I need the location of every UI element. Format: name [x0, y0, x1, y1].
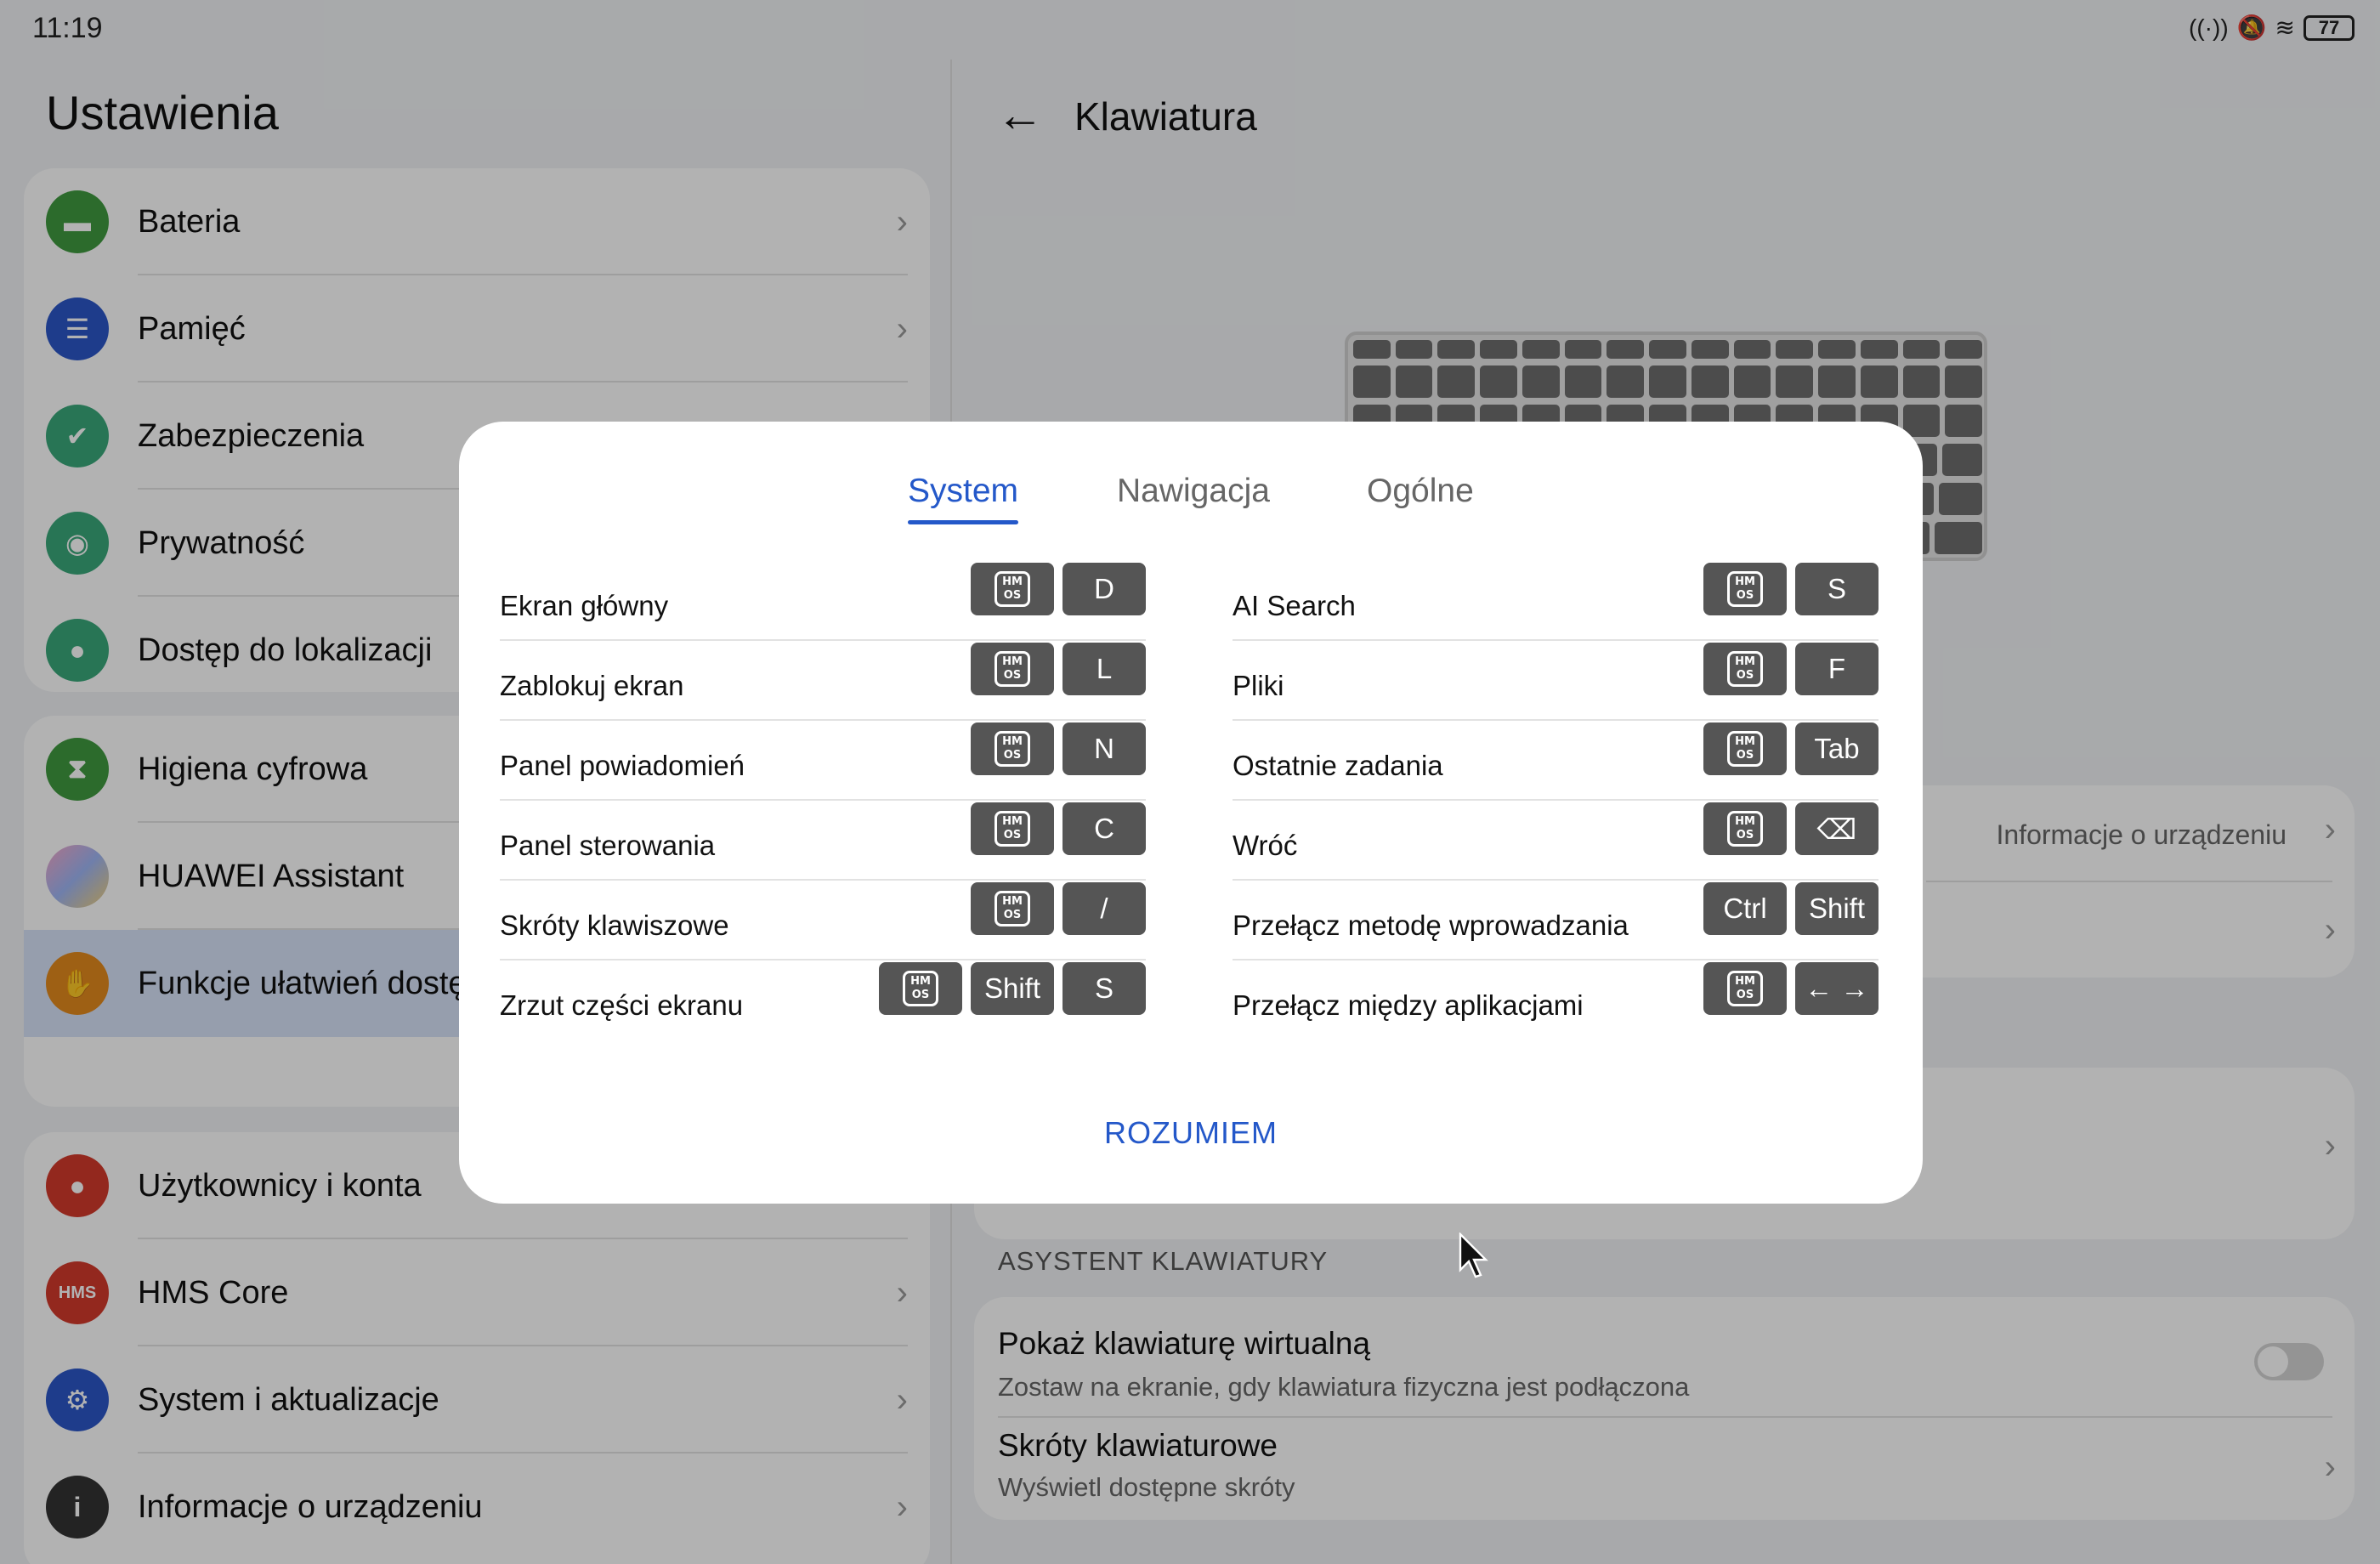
hms-key: HM OS	[1703, 722, 1787, 775]
shortcut-row: Panel powiadomień HM OS N	[500, 721, 1146, 801]
keycap: Tab	[1795, 722, 1878, 775]
shortcut-keys: HM OS Tab	[1703, 722, 1878, 775]
shortcut-row: Pliki HM OS F	[1232, 641, 1878, 721]
shortcut-label: Skróty klawiszowe	[500, 910, 729, 941]
keycap: N	[1062, 722, 1146, 775]
keycap: Shift	[971, 962, 1054, 1015]
shortcut-label: Zablokuj ekran	[500, 670, 684, 701]
shortcuts-dialog: System Nawigacja Ogólne Ekran główny HM OS…	[459, 422, 1923, 1204]
hms-key-icon: HM OS	[1727, 571, 1763, 607]
shortcut-row: Skróty klawiszowe HM OS /	[500, 881, 1146, 960]
shortcut-label: Zrzut części ekranu	[500, 989, 744, 1021]
tab-system[interactable]: System	[908, 473, 1019, 524]
hms-key-icon: HM OS	[994, 811, 1030, 847]
keycap: S	[1795, 563, 1878, 615]
hms-key-icon: HM OS	[1727, 811, 1763, 847]
hms-key-icon: HM OS	[1727, 971, 1763, 1006]
dialog-tabs: System Nawigacja Ogólne	[459, 473, 1923, 532]
shortcut-keys: HM OS ← →	[1703, 962, 1878, 1015]
hms-key: HM OS	[1703, 643, 1787, 695]
keycap-label: Tab	[1814, 733, 1860, 764]
keycap: Ctrl	[1703, 882, 1787, 935]
shortcut-label: Przełącz między aplikacjami	[1232, 989, 1584, 1021]
shortcut-keys: HM OS N	[971, 722, 1146, 775]
shortcut-label: Pliki	[1232, 670, 1284, 701]
hms-key: HM OS	[1703, 563, 1787, 615]
shortcut-row: Przełącz metodę wprowadzania Ctrl Shift	[1232, 881, 1878, 960]
shortcut-row: Ekran główny HM OS D	[500, 561, 1146, 641]
shortcut-keys: HM OS D	[971, 563, 1146, 615]
shortcut-row: Wróć HM OS ⌫	[1232, 801, 1878, 881]
keycap-label: N	[1094, 733, 1114, 764]
keycap: ⌫	[1795, 802, 1878, 855]
shortcut-keys: HM OS /	[971, 882, 1146, 935]
mouse-cursor-icon	[1459, 1232, 1488, 1278]
hms-key-icon: HM OS	[994, 651, 1030, 687]
keycap-label: ⌫	[1816, 813, 1857, 845]
shortcut-keys: Ctrl Shift	[1703, 882, 1878, 935]
shortcut-keys: HM OS C	[971, 802, 1146, 855]
keycap-label: L	[1096, 653, 1113, 684]
shortcut-label: Ostatnie zadania	[1232, 750, 1443, 781]
shortcut-keys: HM OS Shift S	[879, 962, 1146, 1015]
keycap: C	[1062, 802, 1146, 855]
keycap-label: /	[1100, 892, 1108, 924]
shortcut-label: Przełącz metodę wprowadzania	[1232, 910, 1629, 941]
tab-system-label: System	[908, 473, 1019, 509]
tab-underline	[908, 520, 1019, 524]
tab-navigation[interactable]: Nawigacja	[1117, 473, 1270, 510]
shortcut-label: Panel powiadomień	[500, 750, 745, 781]
keycap-label: Shift	[983, 972, 1041, 1004]
hms-key-icon: HM OS	[1727, 731, 1763, 767]
hms-key: HM OS	[1703, 802, 1787, 855]
hms-key: HM OS	[971, 882, 1054, 935]
keycap-label: ← →	[1805, 972, 1869, 1004]
hms-key: HM OS	[971, 722, 1054, 775]
shortcut-label: Ekran główny	[500, 590, 669, 621]
shortcut-row: AI Search HM OS S	[1232, 561, 1878, 641]
keycap: D	[1062, 563, 1146, 615]
keycap-label: Shift	[1808, 892, 1866, 924]
hms-key-icon: HM OS	[1727, 651, 1763, 687]
shortcut-keys: HM OS L	[971, 643, 1146, 695]
shortcut-label: Wróć	[1232, 830, 1298, 861]
tab-navigation-label: Nawigacja	[1117, 473, 1270, 509]
keycap: S	[1062, 962, 1146, 1015]
keycap: Shift	[1795, 882, 1878, 935]
hms-key-icon: HM OS	[994, 891, 1030, 926]
keycap-label: Ctrl	[1723, 892, 1767, 924]
shortcut-label: Panel sterowania	[500, 830, 716, 861]
keycap-label: S	[1827, 573, 1846, 604]
keycap-label: F	[1828, 653, 1846, 684]
keycap-label: S	[1094, 972, 1114, 1004]
shortcut-list-right: AI Search HM OS S Pliki HM OS F Ostatnie zadania…	[1232, 561, 1878, 1040]
shortcut-row: Zrzut części ekranu HM OS Shift S	[500, 960, 1146, 1040]
shortcut-list-left: Ekran główny HM OS D Zablokuj ekran HM OS L Pane…	[500, 561, 1146, 1040]
shortcut-row: Przełącz między aplikacjami HM OS ← →	[1232, 960, 1878, 1040]
keycap-label: C	[1094, 813, 1114, 844]
keycap: L	[1062, 643, 1146, 695]
confirm-button[interactable]: ROZUMIEM	[459, 1115, 1923, 1151]
keycap: F	[1795, 643, 1878, 695]
hms-key: HM OS	[1703, 962, 1787, 1015]
hms-key-icon: HM OS	[994, 731, 1030, 767]
shortcut-row: Ostatnie zadania HM OS Tab	[1232, 721, 1878, 801]
hms-key: HM OS	[971, 643, 1054, 695]
shortcut-label: AI Search	[1232, 590, 1356, 621]
shortcut-keys: HM OS S	[1703, 563, 1878, 615]
keycap-label: D	[1094, 573, 1114, 604]
hms-key-icon: HM OS	[994, 571, 1030, 607]
shortcut-keys: HM OS F	[1703, 643, 1878, 695]
hms-key: HM OS	[971, 563, 1054, 615]
shortcut-row: Panel sterowania HM OS C	[500, 801, 1146, 881]
hms-key: HM OS	[879, 962, 962, 1015]
shortcut-row: Zablokuj ekran HM OS L	[500, 641, 1146, 721]
tab-general-label: Ogólne	[1367, 473, 1474, 509]
hms-key-icon: HM OS	[903, 971, 938, 1006]
hms-key: HM OS	[971, 802, 1054, 855]
tab-general[interactable]: Ogólne	[1367, 473, 1474, 510]
shortcut-keys: HM OS ⌫	[1703, 802, 1878, 855]
keycap: /	[1062, 882, 1146, 935]
keycap: ← →	[1795, 962, 1878, 1015]
